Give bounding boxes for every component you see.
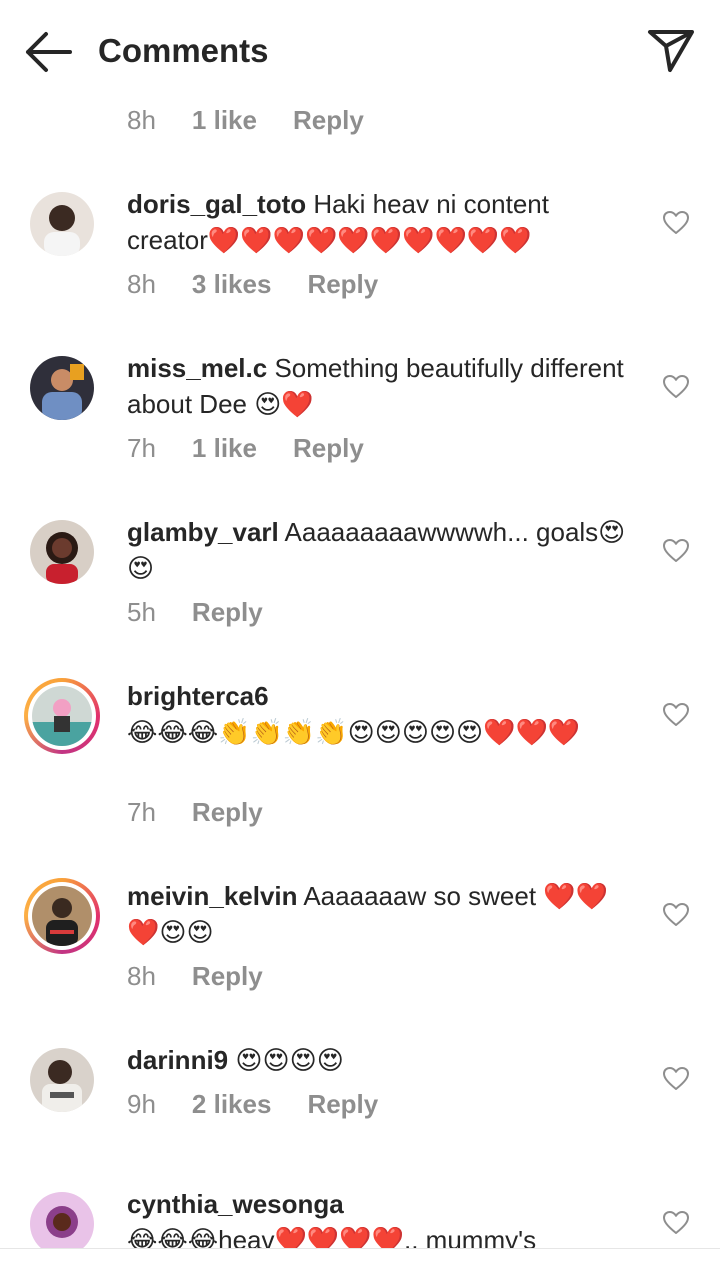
comment-body: doris_gal_toto Haki heav ni content crea… <box>127 186 627 258</box>
like-button[interactable] <box>662 374 690 400</box>
reply-button[interactable]: Reply <box>192 596 263 628</box>
comment-username[interactable]: doris_gal_toto <box>127 189 306 219</box>
comment-time: 7h <box>127 433 156 463</box>
reply-button[interactable]: Reply <box>307 1088 378 1120</box>
comment-text: 😂😂😂👏👏👏👏😍😍😍😍😍❤️❤️❤️ <box>127 717 581 747</box>
comment-username[interactable]: brighterca6 <box>127 681 269 711</box>
comment-username[interactable]: darinni9 <box>127 1045 228 1075</box>
arrow-left-icon <box>26 32 72 72</box>
avatar[interactable] <box>30 192 94 256</box>
avatar-image <box>32 686 92 746</box>
like-button[interactable] <box>662 538 690 564</box>
comment-username[interactable]: miss_mel.c <box>127 353 267 383</box>
comment-username[interactable]: meivin_kelvin <box>127 881 298 911</box>
avatar-photo <box>32 886 92 946</box>
avatar[interactable] <box>30 356 94 420</box>
reply-button[interactable]: Reply <box>293 104 364 136</box>
avatar-image <box>32 886 92 946</box>
comment-likes[interactable]: 1 like <box>192 432 257 464</box>
comment-username[interactable]: glamby_varl <box>127 517 279 547</box>
bottom-divider <box>0 1248 720 1264</box>
heart-icon <box>663 703 689 726</box>
comment-meta: 5h Reply <box>127 596 263 628</box>
comment-text: 😍😍😍😍 <box>235 1045 344 1075</box>
avatar[interactable] <box>30 1048 94 1112</box>
comment-time: 8h <box>127 105 156 135</box>
send-icon <box>648 30 694 72</box>
reply-button[interactable]: Reply <box>192 960 263 992</box>
send-button[interactable] <box>644 26 698 76</box>
like-button[interactable] <box>662 1066 690 1092</box>
reply-button[interactable]: Reply <box>307 268 378 300</box>
avatar[interactable] <box>30 1192 94 1256</box>
back-button[interactable] <box>20 28 76 76</box>
heart-icon <box>663 1067 689 1090</box>
comment-time: 7h <box>127 797 156 827</box>
comment-meta: 7h Reply <box>127 796 263 828</box>
comment-likes[interactable]: 1 like <box>192 104 257 136</box>
comment-meta: 9h 2 likes Reply <box>127 1088 378 1120</box>
comment-body: brighterca6 😂😂😂👏👏👏👏😍😍😍😍😍❤️❤️❤️ <box>127 678 627 750</box>
comment-likes[interactable]: 2 likes <box>192 1088 272 1120</box>
comment-meta: 8h 1 like Reply <box>127 104 364 136</box>
comment-time: 5h <box>127 597 156 627</box>
like-button[interactable] <box>662 702 690 728</box>
comment-time: 8h <box>127 269 156 299</box>
avatar-photo <box>32 686 92 746</box>
comment-meta: 8h 3 likes Reply <box>127 268 378 300</box>
comment-body: meivin_kelvin Aaaaaaaw so sweet ❤️❤️❤️😍😍 <box>127 878 627 950</box>
heart-icon <box>663 903 689 926</box>
avatar-with-story-ring[interactable] <box>24 878 100 954</box>
heart-icon <box>663 539 689 562</box>
avatar-ring-gap <box>28 682 96 750</box>
heart-icon <box>663 211 689 234</box>
comment-time: 8h <box>127 961 156 991</box>
comment-meta: 8h Reply <box>127 960 263 992</box>
header-bar: Comments <box>0 0 720 104</box>
heart-icon <box>663 375 689 398</box>
avatar[interactable] <box>30 520 94 584</box>
heart-icon <box>663 1211 689 1234</box>
avatar-image <box>30 1192 94 1256</box>
like-button[interactable] <box>662 902 690 928</box>
avatar-image <box>30 1048 94 1112</box>
avatar-image <box>30 192 94 256</box>
like-button[interactable] <box>662 210 690 236</box>
reply-button[interactable]: Reply <box>192 796 263 828</box>
comment-time: 9h <box>127 1089 156 1119</box>
avatar-with-story-ring[interactable] <box>24 678 100 754</box>
page-title: Comments <box>98 32 269 69</box>
comment-body: miss_mel.c Something beautifully differe… <box>127 350 627 422</box>
comment-username[interactable]: cynthia_wesonga <box>127 1189 344 1219</box>
avatar-ring-gap <box>28 882 96 950</box>
avatar-image <box>30 356 94 420</box>
like-button[interactable] <box>662 1210 690 1236</box>
comment-body: darinni9 😍😍😍😍 <box>127 1042 627 1078</box>
comment-likes[interactable]: 3 likes <box>192 268 272 300</box>
comment-body: glamby_varl Aaaaaaaaawwwwh... goals😍😍 <box>127 514 627 586</box>
comment-meta: 7h 1 like Reply <box>127 432 364 464</box>
avatar-image <box>30 520 94 584</box>
reply-button[interactable]: Reply <box>293 432 364 464</box>
